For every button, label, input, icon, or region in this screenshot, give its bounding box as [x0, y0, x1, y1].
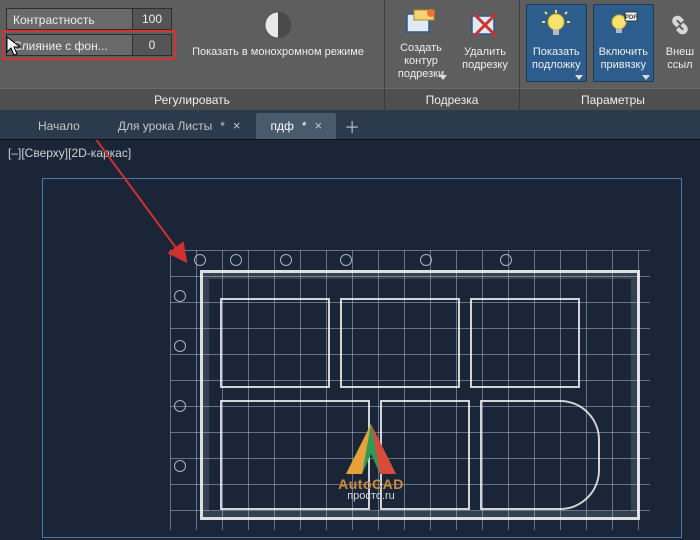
logo-icon	[336, 420, 406, 480]
chain-icon	[662, 8, 698, 42]
fade-field[interactable]: Слияние с фон... 0	[6, 34, 172, 56]
panel-clip: Создать контур подрезки Удалить подрезку…	[384, 0, 519, 110]
enable-snap-button[interactable]: PDF Включить привязку	[593, 4, 654, 82]
bulb-on-icon	[538, 8, 574, 42]
remove-clip-label: Удалить подрезку	[462, 46, 508, 72]
dropdown-icon	[575, 75, 583, 80]
create-clip-button[interactable]: Создать контур подрезки	[391, 4, 451, 82]
panel-options-title: Параметры	[520, 88, 700, 110]
monochrome-button[interactable]: Показать в монохромном режиме	[178, 4, 378, 82]
close-icon[interactable]: ×	[315, 113, 323, 139]
bulb-snap-icon: PDF	[605, 8, 641, 42]
remove-clip-icon	[467, 8, 503, 42]
viewport-label[interactable]: [–][Сверху][2D-каркас]	[8, 146, 131, 160]
ribbon: Контрастность 100 Слияние с фон... 0 Пок…	[0, 0, 700, 110]
enable-snap-label: Включить привязку	[599, 46, 648, 72]
dropdown-icon	[642, 75, 650, 80]
contrast-value[interactable]: 100	[132, 8, 172, 30]
new-tab-button[interactable]: ＋	[338, 113, 366, 139]
adjust-sliders: Контрастность 100 Слияние с фон... 0	[6, 4, 172, 56]
create-clip-icon	[403, 8, 439, 38]
tab-start[interactable]: Начало	[24, 113, 102, 139]
tab-label: Начало	[38, 113, 80, 139]
tab-lesson-sheets[interactable]: Для урока Листы * ×	[104, 113, 255, 139]
monochrome-label: Показать в монохромном режиме	[192, 46, 364, 59]
panel-adjust-title: Регулировать	[0, 88, 384, 110]
tab-label: пдф	[270, 113, 293, 139]
panel-adjust: Контрастность 100 Слияние с фон... 0 Пок…	[0, 0, 384, 110]
show-underlay-label: Показать подложку	[532, 46, 581, 72]
fade-label: Слияние с фон...	[6, 34, 132, 56]
monochrome-icon	[260, 8, 296, 42]
panel-options: Показать подложку PDF Включить привязку	[519, 0, 700, 110]
doc-tabs: Начало Для урока Листы * × пдф * × ＋	[0, 110, 700, 140]
svg-text:PDF: PDF	[625, 15, 637, 21]
fade-value[interactable]: 0	[132, 34, 172, 56]
external-links-button[interactable]: Внеш ссыл	[660, 4, 700, 82]
contrast-field[interactable]: Контрастность 100	[6, 8, 172, 30]
tab-pdf[interactable]: пдф * ×	[256, 113, 336, 139]
show-underlay-button[interactable]: Показать подложку	[526, 4, 587, 82]
panel-clip-title: Подрезка	[385, 88, 519, 110]
contrast-label: Контрастность	[6, 8, 132, 30]
tab-label: Для урока Листы	[118, 113, 212, 139]
remove-clip-button[interactable]: Удалить подрезку	[457, 4, 513, 82]
external-links-label: Внеш ссыл	[666, 46, 694, 72]
tab-dirty: *	[220, 113, 225, 139]
watermark: AutoCAD просто.ru	[316, 420, 426, 502]
dropdown-icon	[439, 75, 447, 80]
watermark-site: просто.ru	[316, 490, 426, 502]
close-icon[interactable]: ×	[233, 113, 241, 139]
tab-dirty: *	[302, 113, 307, 139]
create-clip-label: Создать контур подрезки	[397, 42, 445, 81]
